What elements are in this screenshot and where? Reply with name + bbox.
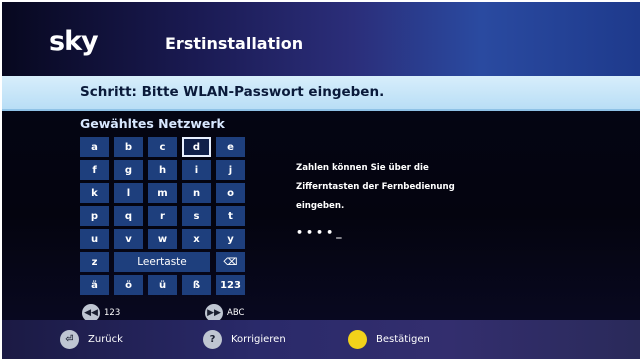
key-t[interactable]: t xyxy=(216,206,245,226)
key-m[interactable]: m xyxy=(148,183,177,203)
info-line-1: Zahlen können Sie über die xyxy=(296,163,429,173)
key-q[interactable]: q xyxy=(114,206,143,226)
info-line-3: eingeben. xyxy=(296,201,345,211)
key-c[interactable]: c xyxy=(148,137,177,157)
back-icon: ⏎ xyxy=(60,330,79,349)
key-o[interactable]: o xyxy=(216,183,245,203)
info-text: Zahlen können Sie über die Zifferntasten… xyxy=(296,159,486,216)
password-field[interactable]: ••••_ xyxy=(296,226,345,239)
network-label: Gewähltes Netzwerk xyxy=(80,116,225,131)
tv-screen: sky Erstinstallation Schritt: Bitte WLAN… xyxy=(2,2,640,359)
key-g[interactable]: g xyxy=(114,160,143,180)
key-i[interactable]: i xyxy=(182,160,211,180)
correct-label: Korrigieren xyxy=(231,334,286,345)
key-ß[interactable]: ß xyxy=(182,275,211,295)
key-backspace[interactable]: ⌫ xyxy=(216,252,245,272)
key-e[interactable]: e xyxy=(216,137,245,157)
key-z[interactable]: z xyxy=(80,252,109,272)
yellow-button-icon xyxy=(348,330,367,349)
question-icon: ? xyxy=(203,330,222,349)
key-ü[interactable]: ü xyxy=(148,275,177,295)
key-u[interactable]: u xyxy=(80,229,109,249)
info-line-2: Zifferntasten der Fernbedienung xyxy=(296,182,455,192)
key-s[interactable]: s xyxy=(182,206,211,226)
key-w[interactable]: w xyxy=(148,229,177,249)
key-n[interactable]: n xyxy=(182,183,211,203)
key-d[interactable]: d xyxy=(182,137,211,157)
key-k[interactable]: k xyxy=(80,183,109,203)
key-x[interactable]: x xyxy=(182,229,211,249)
page-title: Erstinstallation xyxy=(165,34,304,53)
correct-button[interactable]: ? Korrigieren xyxy=(203,330,286,349)
key-p[interactable]: p xyxy=(80,206,109,226)
key-b[interactable]: b xyxy=(114,137,143,157)
sky-logo: sky xyxy=(49,26,99,57)
confirm-label: Bestätigen xyxy=(376,334,430,345)
key-ö[interactable]: ö xyxy=(114,275,143,295)
key-a[interactable]: a xyxy=(80,137,109,157)
key-y[interactable]: y xyxy=(216,229,245,249)
back-label: Zurück xyxy=(88,334,123,345)
nav-left-label: 123 xyxy=(104,308,121,318)
key-f[interactable]: f xyxy=(80,160,109,180)
key-123[interactable]: 123 xyxy=(216,275,245,295)
key-v[interactable]: v xyxy=(114,229,143,249)
step-instruction: Schritt: Bitte WLAN-Passwort eingeben. xyxy=(80,84,385,100)
key-j[interactable]: j xyxy=(216,160,245,180)
key-ä[interactable]: ä xyxy=(80,275,109,295)
confirm-button[interactable]: Bestätigen xyxy=(348,330,430,349)
nav-right-label: ABC xyxy=(227,308,245,318)
key-l[interactable]: l xyxy=(114,183,143,203)
key-r[interactable]: r xyxy=(148,206,177,226)
back-button[interactable]: ⏎ Zurück xyxy=(60,330,123,349)
key-space[interactable]: Leertaste xyxy=(114,252,210,272)
key-h[interactable]: h xyxy=(148,160,177,180)
